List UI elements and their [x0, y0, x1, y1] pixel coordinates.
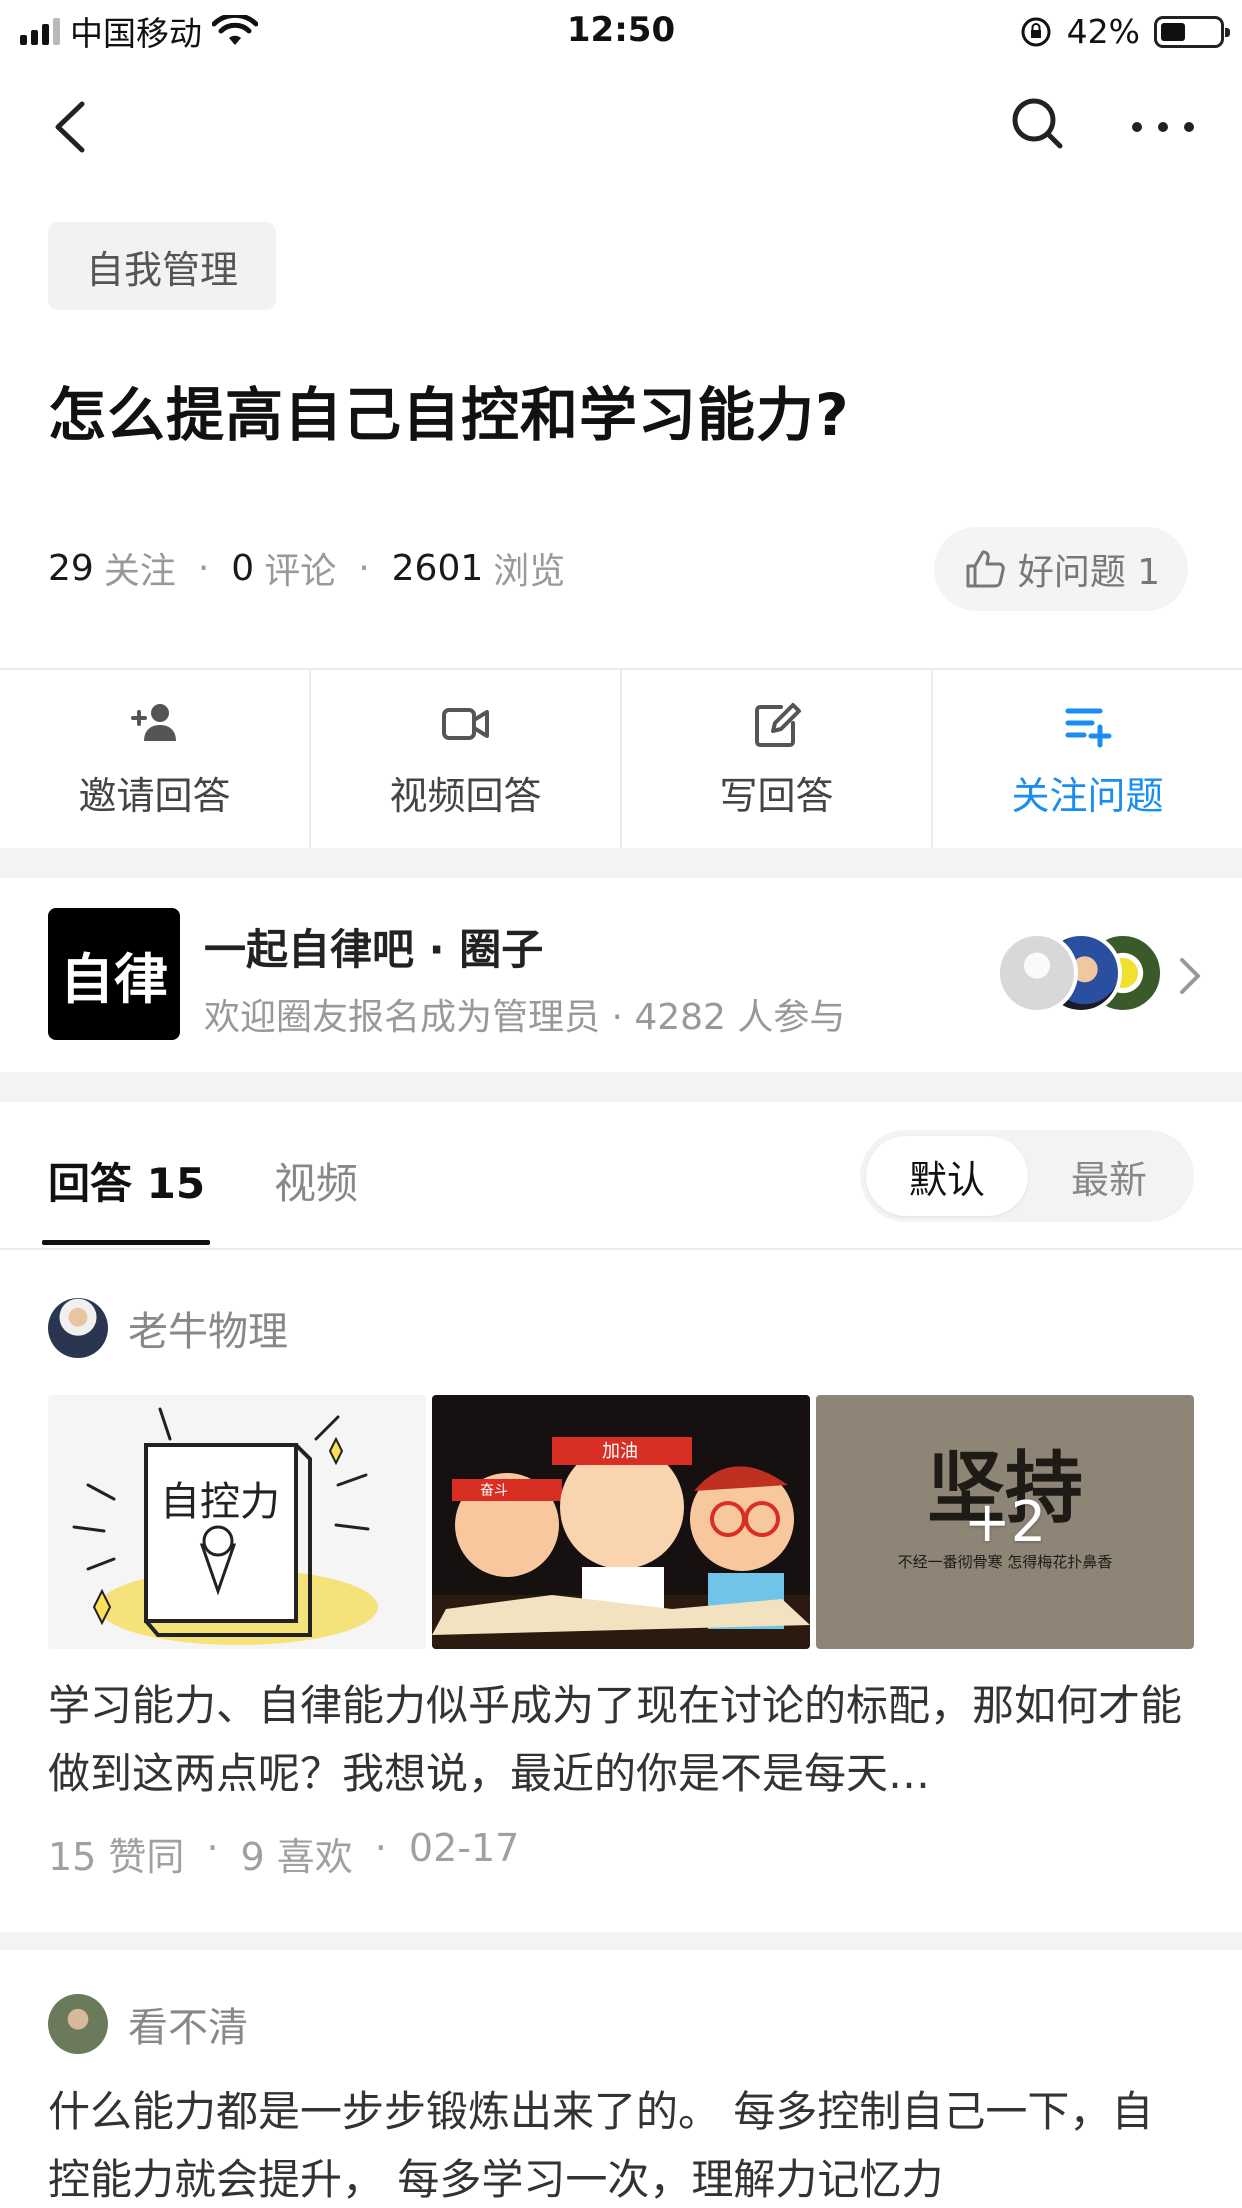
avatar	[48, 1994, 108, 2054]
nav-bar	[0, 62, 1242, 192]
search-icon[interactable]	[1006, 92, 1070, 156]
rotation-lock-icon	[1021, 17, 1051, 46]
more-images-count: +2	[963, 1489, 1047, 1555]
video-answer-button[interactable]: 视频回答	[311, 670, 622, 848]
edit-icon	[754, 702, 801, 747]
answer-image[interactable]: 奋斗 加油	[432, 1395, 810, 1649]
video-icon	[441, 707, 489, 740]
action-label: 关注问题	[1011, 773, 1164, 818]
section-gap	[0, 1072, 1242, 1102]
answer-author[interactable]: 老牛物理	[48, 1298, 288, 1358]
answer-date: 02-17	[408, 1826, 520, 1870]
answer-tabs: 回答 15 视频 默认 最新	[0, 1102, 1242, 1248]
answer-author[interactable]: 看不清	[48, 1994, 248, 2054]
avatar	[996, 932, 1078, 1014]
action-label: 写回答	[719, 773, 834, 818]
thumbs-up-icon	[966, 550, 1005, 588]
sort-default-button[interactable]: 默认	[866, 1136, 1028, 1216]
back-icon[interactable]	[40, 92, 100, 162]
invite-answer-button[interactable]: 邀请回答	[0, 670, 311, 848]
battery-percent: 42%	[1066, 12, 1140, 51]
answer-excerpt[interactable]: 学习能力、自律能力似乎成为了现在讨论的标配，那如何才能做到这两点呢？我想说，最近…	[48, 1672, 1194, 1808]
follow-list-icon	[1065, 708, 1111, 747]
separator-dot: ·	[197, 547, 210, 589]
topic-tag[interactable]: 自我管理	[48, 222, 277, 310]
view-count: 2601	[391, 547, 484, 589]
author-name: 老牛物理	[128, 1309, 288, 1355]
add-person-icon	[130, 703, 176, 741]
circle-logo: 自律	[48, 908, 180, 1040]
image-text: 自控力	[160, 1479, 280, 1525]
answer-excerpt[interactable]: 什么能力都是一步步锻炼出来了的。 每多控制自己一下，自控能力就会提升， 每多学习…	[48, 2078, 1194, 2208]
question-stats: 29 关注 · 0 评论 · 2601 浏览	[48, 540, 565, 596]
status-bar: 中国移动 12:50 42%	[0, 0, 1242, 62]
follow-question-button[interactable]: 关注问题	[933, 670, 1242, 848]
section-gap	[0, 1932, 1242, 1950]
circle-card[interactable]: 自律 一起自律吧 · 圈子 欢迎圈友报名成为管理员 · 4282 人参与	[0, 878, 1242, 1070]
comment-count: 0	[231, 547, 255, 589]
active-tab-indicator	[42, 1240, 210, 1245]
like-count: 15 赞同	[48, 1835, 185, 1879]
member-avatars	[996, 932, 1166, 1018]
cartoon-study-illustration: 奋斗 加油	[432, 1437, 810, 1649]
chevron-right-icon[interactable]	[1176, 954, 1204, 998]
sort-toggle: 默认 最新	[860, 1130, 1194, 1222]
divider	[0, 1248, 1242, 1250]
battery-icon	[1154, 15, 1230, 48]
favorite-count: 9 喜欢	[240, 1835, 353, 1879]
answer-meta: 15 赞同 · 9 喜欢 · 02-17	[48, 1826, 519, 1881]
answer-images: 自控力 奋斗 加油 坚持 不经一番彻骨寒 怎得梅花扑鼻香 +2	[48, 1395, 1194, 1649]
circle-name: 一起自律吧 · 圈子	[204, 925, 544, 974]
good-question-button[interactable]: 好问题 1	[934, 527, 1188, 611]
write-answer-button[interactable]: 写回答	[622, 670, 933, 848]
action-row: 邀请回答 视频回答 写回答 关注问题	[0, 670, 1242, 848]
tab-answers[interactable]: 回答 15	[48, 1150, 205, 1211]
answer-image[interactable]: 自控力	[48, 1395, 426, 1649]
author-name: 看不清	[128, 2005, 248, 2051]
separator-dot: ·	[206, 1826, 219, 1870]
view-label: 浏览	[493, 551, 566, 592]
status-right: 42%	[1019, 12, 1230, 51]
follow-label: 关注	[103, 551, 176, 592]
tab-video[interactable]: 视频	[274, 1150, 358, 1211]
separator-dot: ·	[358, 547, 370, 589]
section-gap	[0, 848, 1242, 878]
answer-image[interactable]: 坚持 不经一番彻骨寒 怎得梅花扑鼻香 +2	[816, 1395, 1194, 1649]
sort-newest-button[interactable]: 最新	[1028, 1136, 1190, 1216]
circle-subtitle: 欢迎圈友报名成为管理员 · 4282 人参与	[204, 997, 846, 1038]
action-label: 邀请回答	[78, 773, 231, 818]
more-icon[interactable]	[1128, 102, 1198, 152]
self-control-illustration: 自控力	[72, 1407, 378, 1645]
separator-dot: ·	[374, 1826, 387, 1870]
good-question-label: 好问题 1	[1017, 552, 1161, 593]
follow-count: 29	[48, 547, 94, 589]
image-text: 加油	[602, 1441, 638, 1462]
image-text: 奋斗	[480, 1483, 508, 1499]
comment-label: 评论	[264, 551, 337, 592]
action-label: 视频回答	[389, 773, 542, 818]
avatar	[48, 1298, 108, 1358]
question-title: 怎么提高自己自控和学习能力?	[48, 381, 850, 449]
